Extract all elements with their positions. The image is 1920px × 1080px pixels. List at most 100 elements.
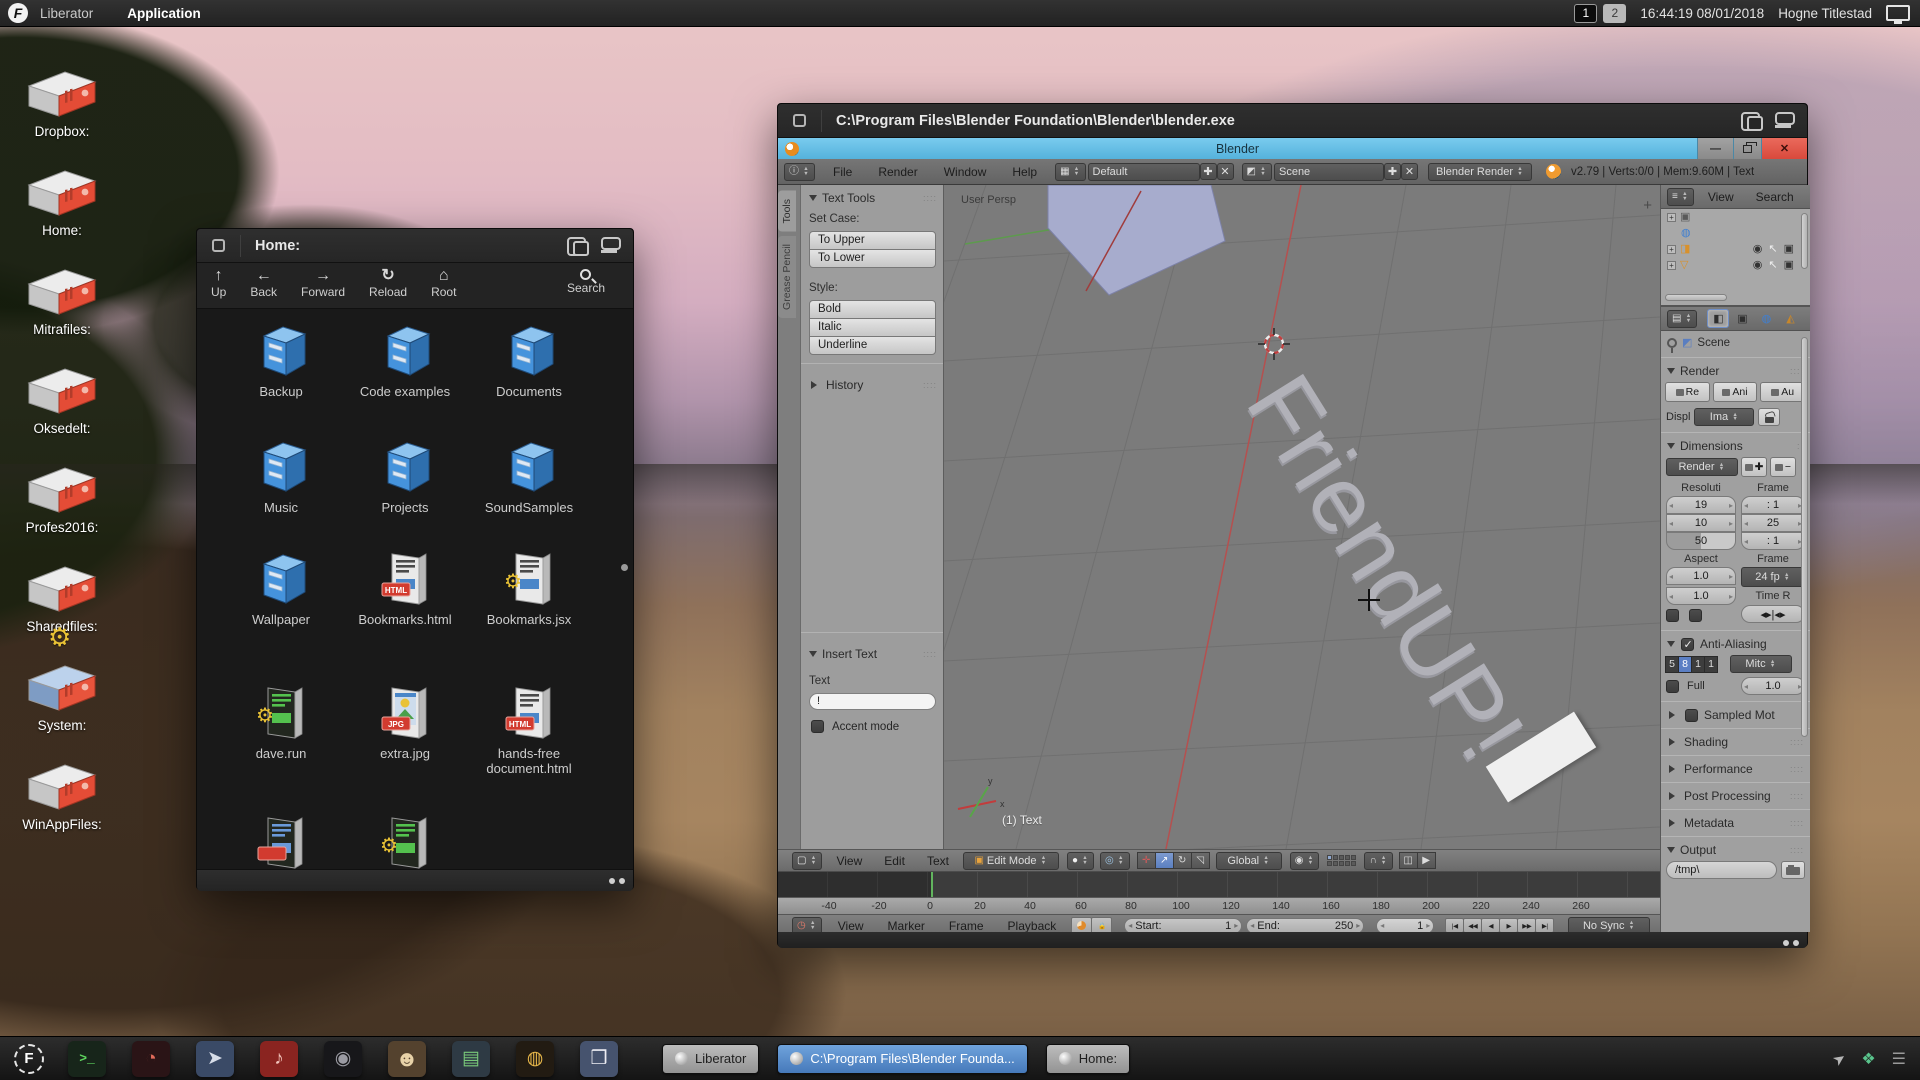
resize-grip-icon[interactable] [1783, 940, 1799, 946]
tray-status-icon[interactable]: ❖ [1861, 1049, 1875, 1069]
display-icon[interactable] [1886, 5, 1910, 21]
render-action-button[interactable]: Au [1760, 382, 1805, 402]
file-item[interactable]: ⚙ [343, 815, 467, 869]
filter-size-field[interactable]: 1.0 [1741, 677, 1805, 695]
smb-checkbox[interactable] [1685, 709, 1698, 722]
dimensions-panel-header[interactable]: Dimensions:: [1661, 437, 1810, 455]
dock-app-icon[interactable]: ◉ [324, 1041, 362, 1077]
next-keyframe-button[interactable]: ▶▶ [1517, 918, 1536, 933]
outliner-row[interactable]: ◍ [1661, 225, 1810, 241]
file-browse-icon[interactable] [1781, 861, 1805, 879]
lock-interface-icon[interactable] [1758, 408, 1780, 426]
add-preset-button[interactable]: ✚ [1741, 457, 1767, 477]
collapsed-panel-header[interactable]: Shading:::: [1661, 733, 1810, 751]
aspect-y-field[interactable]: 1.0 [1666, 587, 1736, 605]
res-y-field[interactable]: 10 [1666, 514, 1736, 532]
jump-start-button[interactable]: |◀ [1445, 918, 1464, 933]
pivot-select[interactable]: ◎▲▼ [1100, 852, 1130, 870]
dock-app-icon[interactable]: ◔ [132, 1041, 170, 1077]
dock-app-icon[interactable]: ▤ [452, 1041, 490, 1077]
blender-window-titlebar[interactable]: C:\Program Files\Blender Foundation\Blen… [778, 104, 1807, 138]
close-button[interactable]: ✕ [1761, 138, 1807, 159]
tab-world-icon[interactable]: ◍ [1755, 309, 1777, 328]
fps-field[interactable]: 25 [1741, 514, 1805, 532]
restore-button[interactable] [1733, 138, 1761, 159]
topbar-menu-item[interactable]: Liberator [40, 6, 93, 21]
viewport-menu-item[interactable]: Text [927, 854, 949, 868]
friend-taskbar-logo-icon[interactable]: F [14, 1044, 44, 1074]
visibility-eye-icon[interactable]: ◉ [1753, 244, 1763, 255]
collapsed-panel-header[interactable]: Performance:::: [1661, 760, 1810, 778]
snap-magnet-icon[interactable]: ∩▲▼ [1364, 852, 1392, 870]
outliner[interactable]: ≡▲▼ ViewSearch +▣ ◍ +◨◉↖▣ +▽◉↖▣ [1661, 185, 1810, 307]
res-x-field[interactable]: 19 [1666, 496, 1736, 514]
file-item[interactable]: ⚙ SoundSamples [467, 439, 591, 551]
file-item[interactable]: ⚙ dave.run [219, 685, 343, 815]
minimize-button[interactable]: — [1697, 138, 1733, 159]
blender-menu-item[interactable]: File [833, 165, 852, 179]
sampled-motion-blur-header[interactable]: Sampled Mot [1661, 706, 1810, 724]
dock-app-icon[interactable]: ♪ [260, 1041, 298, 1077]
opengl-anim-icon[interactable]: ▶ [1417, 852, 1436, 869]
output-path-field[interactable]: /tmp\ [1666, 861, 1777, 879]
aspect-x-field[interactable]: 1.0 [1666, 567, 1736, 585]
set-case-button[interactable]: To Lower [809, 249, 936, 268]
home-window[interactable]: Home: ↑ Up ← Back → Forward ↻ Reload ⌂ [196, 228, 634, 890]
jump-end-button[interactable]: ▶| [1535, 918, 1554, 933]
file-item[interactable]: ⚙ JPG extra.jpg [343, 685, 467, 815]
current-frame-marker[interactable] [931, 872, 933, 897]
axis-manipulator-icon[interactable]: ✛ [1137, 852, 1156, 869]
taskbar-task-button[interactable]: Home: [1046, 1044, 1130, 1074]
style-button[interactable]: Underline [809, 336, 936, 355]
taskbar-task-button[interactable]: C:\Program Files\Blender Founda... [777, 1044, 1027, 1074]
orientation-select[interactable]: Global▲▼ [1216, 852, 1282, 870]
resize-grip-icon[interactable] [609, 878, 625, 884]
dock-app-icon[interactable]: ☻ [388, 1041, 426, 1077]
aa-sample-button[interactable]: 1 [1691, 656, 1705, 673]
aa-checkbox[interactable] [1681, 638, 1694, 651]
blender-menu-item[interactable]: Window [944, 165, 987, 179]
collapsed-panel-header[interactable]: Post Processing:::: [1661, 787, 1810, 805]
frame-aspect-y-field[interactable]: : 1 [1741, 532, 1805, 550]
dock-app-icon[interactable]: ◍ [516, 1041, 554, 1077]
display-select[interactable]: Ima▲▼ [1694, 408, 1754, 426]
shading-select[interactable]: ●▲▼ [1067, 852, 1094, 870]
taskbar-task-button[interactable]: Liberator [662, 1044, 759, 1074]
tab-render-icon[interactable]: ◧ [1707, 309, 1729, 328]
timeline-menu-item[interactable]: Playback [1008, 919, 1057, 933]
file-item[interactable]: ⚙ Code examples [343, 323, 467, 439]
file-item[interactable]: ⚙ Projects [343, 439, 467, 551]
toolbar-nav-button[interactable]: ← Back [250, 267, 277, 299]
prev-keyframe-button[interactable]: ◀◀ [1463, 918, 1482, 933]
desktop-drive-icon[interactable]: ⚙ WinAppFiles: [14, 733, 110, 832]
workspace-switch[interactable]: 1 [1574, 4, 1597, 23]
fps-select[interactable]: 24 fp▲▼ [1741, 567, 1805, 587]
panel-grip-icon[interactable]: :::: [923, 649, 937, 659]
workspace-switch[interactable]: 2 [1603, 4, 1626, 23]
window-shade-icon[interactable] [1773, 112, 1795, 130]
window-duplicate-icon[interactable] [1741, 112, 1763, 130]
play-button[interactable]: ▶ [1499, 918, 1518, 933]
region-expand-icon[interactable]: + [1643, 197, 1652, 214]
blender-window[interactable]: C:\Program Files\Blender Foundation\Blen… [777, 103, 1808, 947]
delete-layout-button[interactable]: ✕ [1217, 163, 1234, 180]
viewport-menu-item[interactable]: Edit [884, 854, 905, 868]
tab-scene-icon[interactable]: ▣ [1731, 309, 1753, 328]
opengl-render-icon[interactable]: ◫ [1399, 852, 1418, 869]
tab-object-icon[interactable]: ◭ [1779, 309, 1801, 328]
desktop-drive-icon[interactable]: ⚙ Mitrafiles: [14, 238, 110, 337]
editor-type-menu[interactable]: ⓘ▲▼ [784, 163, 815, 181]
blender-menu-item[interactable]: Help [1012, 165, 1037, 179]
set-case-button[interactable]: To Upper [809, 231, 936, 250]
aa-sample-button[interactable]: 1 [1704, 656, 1718, 673]
toolbar-nav-button[interactable]: → Forward [301, 267, 345, 299]
add-layout-button[interactable]: ✚ [1200, 163, 1217, 180]
insert-text-panel-header[interactable]: Insert Text :::: [801, 641, 943, 665]
file-item[interactable]: ⚙ Wallpaper [219, 551, 343, 685]
anti-aliasing-panel-header[interactable]: Anti-Aliasing [1661, 635, 1810, 653]
toolbar-nav-button[interactable]: ⌂ Root [431, 267, 456, 299]
desktop-drive-icon[interactable]: ⚙ Home: [14, 139, 110, 238]
panel-grip-icon[interactable]: :::: [923, 193, 937, 203]
aa-filter-select[interactable]: Mitc▲▼ [1730, 655, 1792, 673]
play-reverse-button[interactable]: ◀ [1481, 918, 1500, 933]
